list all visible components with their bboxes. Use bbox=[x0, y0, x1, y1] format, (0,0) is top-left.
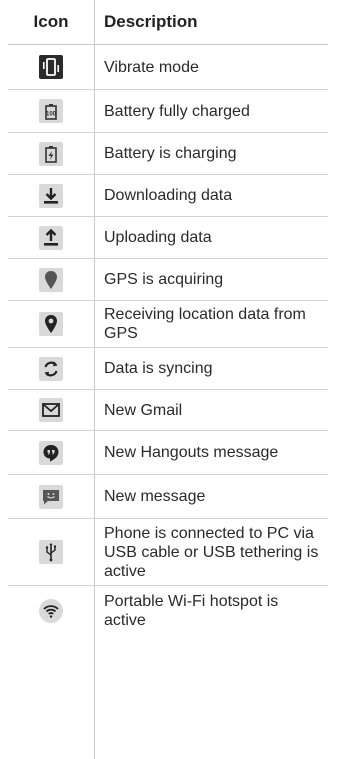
wifi-hotspot-icon bbox=[39, 599, 63, 623]
table-row: 100 Battery fully charged bbox=[8, 90, 328, 133]
table-row: New Gmail bbox=[8, 390, 328, 431]
battery-charging-icon bbox=[39, 141, 63, 166]
table-row: Data is syncing bbox=[8, 348, 328, 390]
table-row: New Hangouts message bbox=[8, 431, 328, 475]
row-description: New Gmail bbox=[104, 401, 183, 419]
row-description: Battery fully charged bbox=[104, 102, 250, 120]
download-icon bbox=[39, 183, 63, 208]
table-row: GPS is acquiring bbox=[8, 259, 328, 301]
hangouts-icon bbox=[39, 440, 63, 465]
gps-location-icon bbox=[39, 312, 63, 336]
table-row: Downloading data bbox=[8, 175, 328, 217]
table-row: Portable Wi-Fi hotspot is active bbox=[8, 586, 328, 636]
row-description: New message bbox=[104, 488, 206, 505]
table-row: New message bbox=[8, 475, 328, 519]
gmail-icon bbox=[39, 398, 63, 422]
row-description: New Hangouts message bbox=[104, 444, 279, 461]
row-description: Uploading data bbox=[104, 229, 212, 246]
row-description: Receiving location data from GPS bbox=[104, 306, 306, 342]
row-description: Portable Wi-Fi hotspot is active bbox=[104, 593, 279, 629]
table-row: Battery is charging bbox=[8, 133, 328, 175]
row-description: GPS is acquiring bbox=[104, 271, 224, 288]
usb-icon bbox=[39, 540, 63, 564]
table-header: Icon Description bbox=[8, 0, 328, 45]
table-row: Receiving location data from GPS bbox=[8, 301, 328, 348]
header-description: Description bbox=[104, 12, 198, 31]
row-description: Vibrate mode bbox=[104, 58, 199, 76]
header-icon: Icon bbox=[33, 12, 69, 31]
table-row: Uploading data bbox=[8, 217, 328, 259]
table-row: Phone is connected to PC via USB cable o… bbox=[8, 519, 328, 586]
battery-full-icon: 100 bbox=[39, 99, 63, 123]
row-description: Downloading data bbox=[104, 187, 233, 204]
row-description: Phone is connected to PC via USB cable o… bbox=[104, 524, 319, 580]
upload-icon bbox=[39, 225, 63, 250]
vibrate-icon bbox=[39, 55, 63, 79]
message-icon bbox=[39, 484, 63, 509]
row-description: Battery is charging bbox=[104, 145, 237, 162]
sync-icon bbox=[39, 356, 63, 381]
gps-acquiring-icon bbox=[39, 267, 63, 292]
svg-text:100: 100 bbox=[46, 112, 57, 118]
table-row: Vibrate mode bbox=[8, 45, 328, 90]
row-description: Data is syncing bbox=[104, 360, 213, 377]
status-icons-table: Icon Description Vibrate mode 100 Batter… bbox=[8, 0, 328, 636]
